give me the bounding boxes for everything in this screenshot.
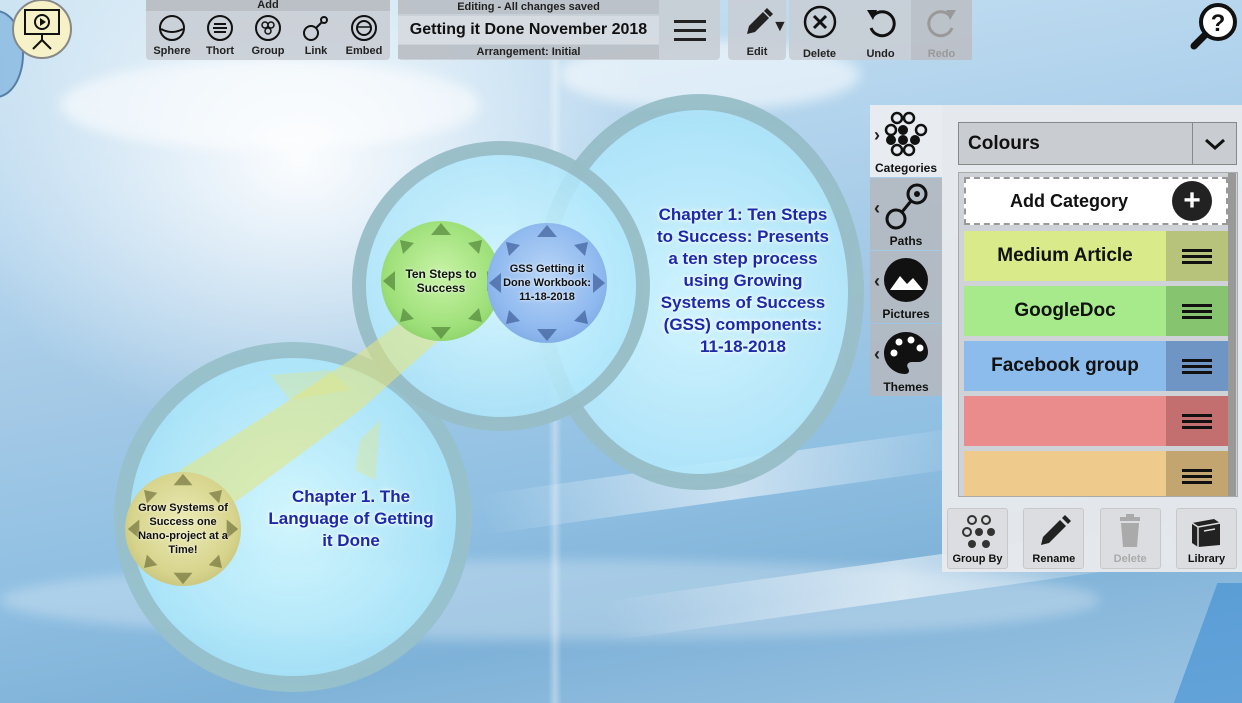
redo-icon [926,10,956,38]
panel-actions: Group By Rename Delete Library [942,505,1242,572]
chevron-left-icon: ‹ [874,198,880,218]
thort-gss-workbook[interactable]: GSS Getting it Done Workbook: 11-18-2018 [487,223,607,343]
delete-category-button[interactable]: Delete [1099,508,1161,569]
presentation-button[interactable] [12,0,72,59]
tab-categories[interactable]: › Categories [870,105,942,177]
categories-panel: Colours Add Category + Medium Article Go… [942,105,1242,572]
group-by-button[interactable]: Group By [947,508,1008,569]
add-link-button[interactable]: Link [292,14,340,57]
category-list[interactable]: Add Category + Medium Article GoogleDoc … [958,172,1238,497]
chevron-down-icon[interactable] [1193,123,1236,164]
group-icon [255,15,281,41]
category-item[interactable]: Facebook group [964,341,1228,391]
edit-dropdown-arrow[interactable]: ▼ [772,18,788,36]
thort-grow-systems[interactable]: Grow Systems of Success one Nano-project… [125,472,241,586]
delete-button[interactable]: Delete [789,0,850,60]
drag-handle-icon[interactable] [1166,396,1228,446]
pencil-icon [747,8,773,34]
drag-handle-icon[interactable] [1166,451,1228,496]
list-scrollbar[interactable] [1228,173,1236,496]
pictures-icon [884,258,928,302]
chevron-left-icon: ‹ [874,344,880,364]
undo-button[interactable]: Undo [850,0,911,60]
sphere-title-chapter-ten-steps[interactable]: Chapter 1: Ten Steps to Success: Present… [650,204,836,358]
themes-icon [884,332,928,374]
link-icon [303,16,328,41]
sphere-icon [159,15,185,41]
svg-text:?: ? [1211,10,1226,37]
add-group-button[interactable]: Group [244,14,292,57]
hamburger-icon [674,20,706,41]
category-item[interactable]: Medium Article [964,231,1228,281]
category-type-dropdown[interactable]: Colours [958,122,1237,165]
add-sphere-button[interactable]: Sphere [148,14,196,57]
side-tabs: › Categories ‹ Paths ‹ Pictures ‹ Themes [870,105,942,397]
undo-icon [866,10,896,38]
drag-handle-icon[interactable] [1166,341,1228,391]
tab-paths[interactable]: ‹ Paths [870,178,942,250]
dropdown-value: Colours [959,123,1193,164]
map-title[interactable]: Getting it Done November 2018 [398,16,659,44]
history-toolbar: Delete Undo Redo [789,0,972,60]
search-help-button[interactable]: ? [1190,2,1240,50]
trash-icon [1120,514,1141,547]
add-category-button[interactable]: Add Category + [964,177,1228,225]
category-item[interactable] [964,451,1228,496]
save-status: Editing - All changes saved [398,0,659,14]
presentation-icon [24,9,60,50]
arrangement-label[interactable]: Arrangement: Initial [398,45,659,59]
group-by-icon [961,515,995,548]
paths-icon [885,183,928,230]
redo-button[interactable]: Redo [911,0,972,60]
drag-handle-icon[interactable] [1166,286,1228,336]
library-icon [1192,519,1221,547]
edit-button[interactable]: Edit ▼ [728,0,788,60]
drag-handle-icon[interactable] [1166,231,1228,281]
category-item[interactable]: GoogleDoc [964,286,1228,336]
sphere-title-language[interactable]: Chapter 1. The Language of Getting it Do… [266,486,436,552]
thort-ten-steps[interactable]: Ten Steps to Success [381,221,501,341]
tab-themes[interactable]: ‹ Themes [870,324,942,396]
category-item[interactable] [964,396,1228,446]
main-menu-button[interactable] [662,6,718,54]
pencil-icon [1040,515,1071,545]
chevron-right-icon: › [874,125,880,145]
delete-circle-icon [803,5,836,39]
library-button[interactable]: Library [1175,508,1237,569]
rename-button[interactable]: Rename [1023,508,1085,569]
categories-icon [884,111,928,157]
add-embed-button[interactable]: Embed [340,14,388,57]
add-header: Add [146,0,390,11]
thort-icon [207,15,233,41]
search-help-icon: ? [1190,3,1237,50]
add-toolbar: Add Sphere Thort Group Link Embed [146,0,390,60]
chevron-left-icon: ‹ [874,271,880,291]
add-thort-button[interactable]: Thort [196,14,244,57]
plus-icon: + [1172,181,1212,221]
title-toolbar: Editing - All changes saved Getting it D… [398,0,720,60]
tab-pictures[interactable]: ‹ Pictures [870,251,942,323]
embed-icon [351,15,377,41]
